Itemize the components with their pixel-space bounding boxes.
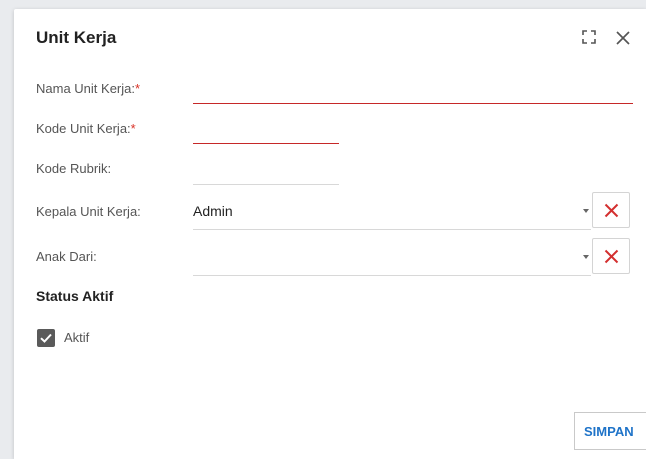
close-icon	[616, 31, 630, 45]
anak-dari-label: Anak Dari:	[36, 249, 97, 264]
nama-unit-kerja-input[interactable]	[193, 78, 633, 102]
maximize-button[interactable]	[579, 27, 599, 47]
clear-icon	[604, 203, 619, 218]
save-button[interactable]: SIMPAN	[574, 412, 646, 450]
kepala-unit-kerja-select[interactable]: Admin	[193, 192, 591, 230]
nama-unit-kerja-field	[193, 78, 633, 104]
close-button[interactable]	[612, 27, 634, 49]
clear-kepala-unit-kerja-button[interactable]	[592, 192, 630, 228]
kode-rubrik-field	[193, 159, 339, 185]
clear-icon	[604, 249, 619, 264]
nama-unit-kerja-label: Nama Unit Kerja:*	[36, 81, 141, 96]
dropdown-caret-icon[interactable]	[583, 209, 589, 213]
aktif-checkbox-label: Aktif	[64, 330, 90, 345]
anak-dari-select[interactable]	[193, 238, 591, 276]
required-mark: *	[134, 81, 141, 96]
kode-rubrik-label: Kode Rubrik:	[36, 161, 112, 176]
checkmark-icon	[40, 333, 52, 343]
dialog-title: Unit Kerja	[36, 28, 117, 47]
kode-unit-kerja-field	[193, 118, 339, 144]
status-aktif-heading: Status Aktif	[36, 288, 114, 304]
kode-rubrik-input[interactable]	[193, 159, 339, 183]
required-mark: *	[130, 121, 136, 136]
aktif-checkbox[interactable]	[37, 329, 55, 347]
kode-unit-kerja-label: Kode Unit Kerja:*	[36, 121, 136, 136]
kepala-unit-kerja-value: Admin	[193, 203, 233, 219]
maximize-icon	[582, 30, 596, 44]
unit-kerja-dialog: Unit Kerja Nama Unit Kerja:* Kode Unit K…	[14, 9, 646, 459]
dropdown-caret-icon[interactable]	[583, 255, 589, 259]
kepala-unit-kerja-label: Kepala Unit Kerja:	[36, 204, 141, 219]
clear-anak-dari-button[interactable]	[592, 238, 630, 274]
kode-unit-kerja-input[interactable]	[193, 118, 339, 142]
